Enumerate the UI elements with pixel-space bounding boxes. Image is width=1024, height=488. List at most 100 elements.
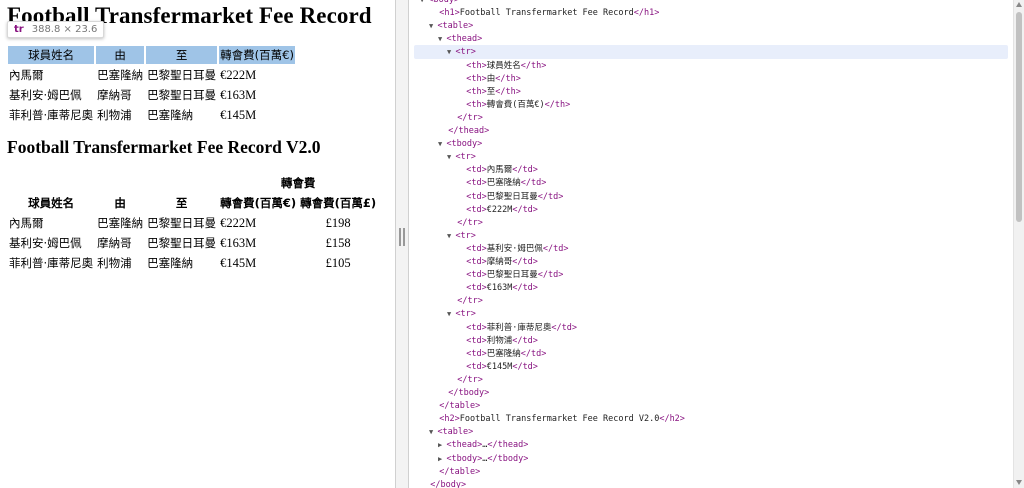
dom-text: Football Transfermarket Fee Record — [459, 8, 634, 19]
dom-tag: <table> — [437, 21, 474, 32]
dom-node-line[interactable]: <td>€163M</td> — [456, 282, 538, 295]
dom-node-line[interactable]: ▶ <tbody>…</tbody> — [438, 453, 528, 466]
dom-node-line[interactable]: <td>基利安·姆巴佩</td> — [456, 243, 568, 256]
dom-node-line[interactable]: ▼ <thead> — [438, 33, 482, 46]
dom-tag: <td> — [466, 335, 487, 346]
dom-tag: <td> — [466, 257, 487, 267]
dom-node-line[interactable]: </thead> — [438, 125, 489, 138]
dom-node-line[interactable]: </body> — [420, 479, 466, 488]
dom-text: 球員姓名 — [486, 60, 521, 71]
dom-node-line[interactable]: ▼ <tr> — [447, 230, 476, 243]
panel-resize-divider[interactable] — [395, 0, 409, 488]
dom-node-line[interactable]: <td>內馬爾</td> — [456, 164, 538, 177]
dom-node-line[interactable]: ▼ <tr> — [447, 151, 476, 164]
dom-node-line[interactable]: <td>巴黎聖日耳曼</td> — [456, 269, 563, 282]
scroll-down-icon[interactable] — [1016, 480, 1022, 485]
dom-node-line[interactable]: <td>菲利普·庫蒂尼奧</td> — [456, 322, 577, 335]
dom-tag: </thead> — [448, 126, 490, 136]
dom-close-tag: </td> — [542, 243, 569, 254]
dom-text: 巴黎聖日耳曼 — [486, 191, 538, 202]
cell: 內馬爾 — [9, 216, 44, 230]
dom-node-line[interactable]: </tr> — [447, 217, 483, 230]
dom-tag: <tr> — [455, 47, 476, 58]
dom-node-line[interactable]: ▼ <table> — [429, 426, 473, 439]
dom-tag: </tr> — [457, 217, 483, 228]
dom-node-line[interactable]: <h1>Football Transfermarket Fee Record</… — [429, 7, 659, 20]
dom-node-line[interactable]: <td>巴塞隆納</td> — [456, 348, 546, 361]
dom-text: 摩納哥 — [486, 257, 513, 267]
dom-tag: <th> — [466, 86, 487, 97]
dom-node-line[interactable]: <td>€145M</td> — [456, 361, 538, 374]
dom-tag: <table> — [437, 427, 474, 438]
dom-node-line[interactable]: ▼ <tr> — [447, 308, 476, 321]
dom-node-line[interactable]: ▼ <body> — [420, 0, 459, 7]
dom-tag: <tr> — [455, 152, 476, 163]
cell: €145M — [220, 255, 257, 270]
dom-tag: </table> — [439, 466, 481, 477]
cell: €145M — [220, 107, 257, 122]
dom-tag: <td> — [466, 361, 487, 372]
dom-node-line[interactable]: ▼ <tr> — [447, 46, 476, 59]
dom-text: 由 — [486, 73, 496, 84]
dom-node-line[interactable]: <th>轉會費(百萬€)</th> — [456, 99, 570, 112]
dom-tag: <td> — [466, 348, 487, 359]
dom-close-tag: </td> — [512, 335, 538, 346]
table-header-row-highlighted[interactable]: 球員姓名 由 至 轉會費(百萬€) — [8, 46, 295, 64]
dom-node-line[interactable]: <td>利物浦</td> — [456, 335, 538, 348]
cell: €163M — [220, 235, 257, 250]
table-row: 內馬爾 巴塞隆納 巴黎聖日耳曼 €222M £198 — [8, 214, 377, 232]
dom-tag: <thead> — [446, 440, 483, 451]
cell: 巴塞隆納 — [97, 216, 144, 230]
dom-node-line[interactable]: </table> — [429, 466, 480, 479]
group-header: 轉會費 — [280, 176, 316, 190]
table-row: 內馬爾 巴塞隆納 巴黎聖日耳曼 €222M — [8, 66, 295, 84]
cell: 巴黎聖日耳曼 — [147, 68, 217, 82]
dom-node-line[interactable]: </tr> — [447, 295, 483, 308]
devtools-scrollbar[interactable] — [1013, 0, 1024, 488]
dom-node-line[interactable]: </table> — [429, 400, 480, 413]
rendered-page: Football Transfermarket Fee Record tr 388… — [0, 0, 395, 488]
col-subheader: 轉會費(百萬£) — [300, 196, 377, 210]
cell: 菲利普·庫蒂尼奧 — [9, 256, 94, 270]
scroll-up-icon[interactable] — [1016, 2, 1022, 7]
dom-text: 巴黎聖日耳曼 — [486, 270, 538, 281]
dom-node-line[interactable]: ▶ <thead>…</thead> — [438, 439, 528, 452]
dom-node-line[interactable]: <td>巴塞隆納</td> — [456, 177, 546, 190]
dom-close-tag: </th> — [520, 60, 547, 71]
col-header: 球員姓名 — [28, 48, 75, 62]
dom-node-line[interactable]: <td>€222M</td> — [456, 204, 538, 217]
dom-close-tag: </td> — [551, 322, 577, 333]
dom-tag: <tbody> — [446, 139, 483, 150]
dom-close-tag: </td> — [512, 361, 538, 372]
dom-close-tag: </th> — [495, 73, 521, 84]
dom-close-tag: </h2> — [659, 414, 685, 425]
dom-node-line[interactable]: <td>巴黎聖日耳曼</td> — [456, 191, 563, 204]
dom-node-line[interactable]: </tr> — [447, 374, 483, 387]
dom-tag: <td> — [466, 165, 487, 176]
cell: €222M — [220, 215, 257, 230]
dom-tag: </tr> — [457, 296, 483, 307]
grip-icon[interactable] — [399, 228, 405, 246]
col-header: 轉會費(百萬€) — [220, 48, 294, 62]
table-row: 基利安·姆巴佩 摩納哥 巴黎聖日耳曼 €163M — [8, 86, 295, 104]
dom-tag: <td> — [466, 204, 487, 215]
dom-node-line[interactable]: </tr> — [447, 112, 483, 125]
dom-text: 至 — [486, 86, 496, 97]
dom-node-line[interactable]: <th>至</th> — [456, 86, 521, 99]
dom-close-tag: </td> — [537, 270, 564, 281]
dom-node-line[interactable]: </tbody> — [438, 387, 489, 400]
dom-tag: <td> — [466, 322, 487, 333]
dom-close-tag: </td> — [512, 204, 538, 215]
dom-node-line[interactable]: <th>球員姓名</th> — [456, 60, 546, 73]
dom-node-line[interactable]: <h2>Football Transfermarket Fee Record V… — [429, 413, 685, 426]
scrollbar-thumb[interactable] — [1016, 12, 1022, 222]
cell: €163M — [220, 87, 257, 102]
dom-text: €163M — [486, 283, 513, 294]
dom-node-line[interactable]: <th>由</th> — [456, 73, 521, 86]
dom-tag: </body> — [430, 479, 467, 488]
dom-node-line[interactable]: ▼ <table> — [429, 20, 473, 33]
dom-node-line[interactable]: <td>摩納哥</td> — [456, 256, 538, 269]
dom-node-line[interactable]: ▼ <tbody> — [438, 138, 482, 151]
dom-close-tag: </tbody> — [487, 453, 529, 464]
dom-close-tag: </thead> — [487, 440, 529, 451]
